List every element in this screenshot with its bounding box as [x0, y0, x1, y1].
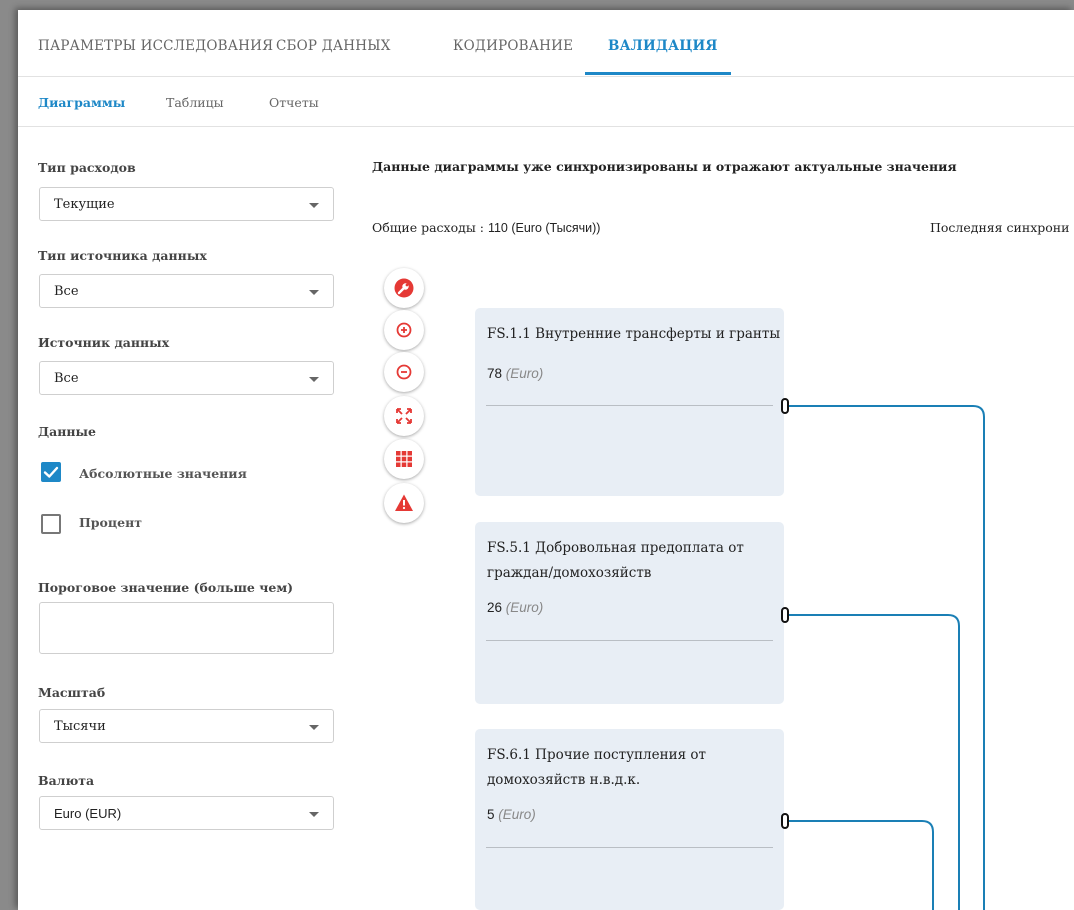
connector-port[interactable] — [781, 813, 789, 829]
connector-port[interactable] — [781, 398, 789, 414]
connector-port[interactable] — [781, 607, 789, 623]
flow-connectors — [781, 398, 985, 910]
flow-link — [788, 405, 985, 910]
flow-link — [788, 820, 934, 910]
app-window: ПАРАМЕТРЫ ИССЛЕДОВАНИЯ СБОР ДАННЫХ КОДИР… — [18, 10, 1074, 910]
